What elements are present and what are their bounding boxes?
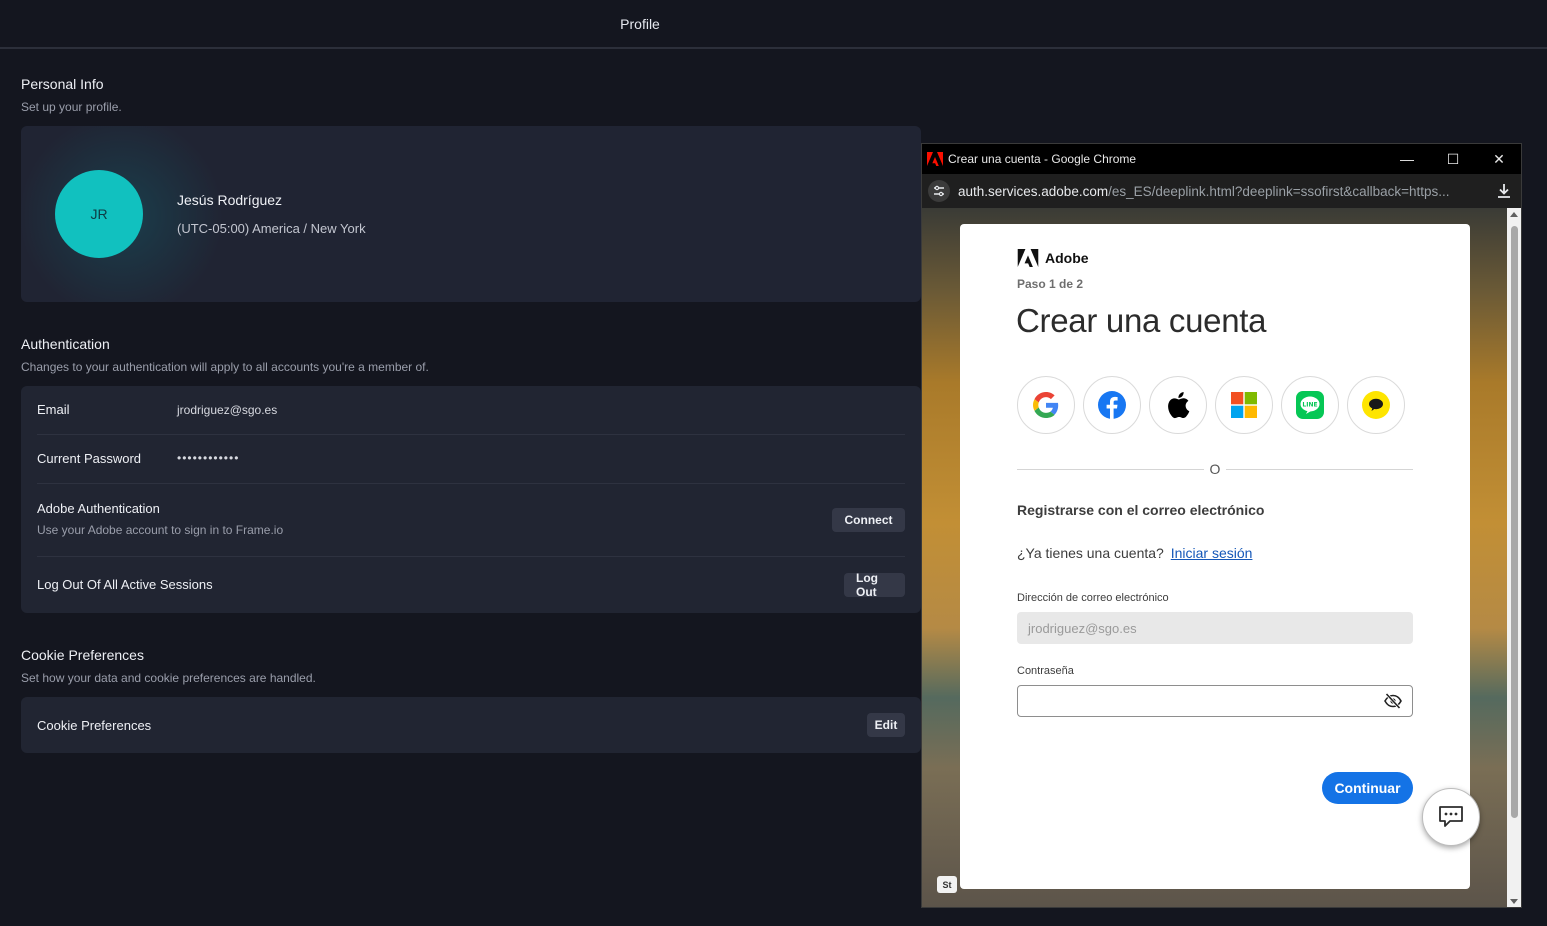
close-button[interactable]: ✕	[1476, 144, 1521, 174]
password-value: ••••••••••••	[177, 451, 240, 465]
scroll-down-arrow-icon[interactable]	[1510, 899, 1518, 904]
adobe-logo-icon	[1017, 249, 1039, 267]
microsoft-icon	[1231, 392, 1257, 418]
adobe-logo-icon	[927, 152, 943, 166]
site-settings-icon[interactable]	[928, 180, 950, 202]
adobe-auth-label: Adobe Authentication	[37, 501, 160, 516]
adobe-brand-name: Adobe	[1045, 250, 1089, 266]
authentication-header: Authentication Changes to your authentic…	[21, 336, 429, 374]
email-label: Email	[37, 402, 70, 417]
create-account-form: Adobe Paso 1 de 2 Crear una cuenta LINE …	[960, 224, 1470, 889]
microsoft-signin-button[interactable]	[1215, 376, 1273, 434]
have-account-label: ¿Ya tienes una cuenta?	[1017, 545, 1164, 561]
adobe-auth-description: Use your Adobe account to sign in to Fra…	[37, 523, 284, 537]
password-field[interactable]	[1017, 685, 1413, 717]
url-path: /es_ES/deeplink.html?deeplink=ssofirst&c…	[1108, 183, 1450, 199]
line-signin-button[interactable]: LINE	[1281, 376, 1339, 434]
st-badge: St	[937, 876, 957, 893]
address-bar[interactable]: auth.services.adobe.com/es_ES/deeplink.h…	[922, 174, 1521, 208]
logout-sessions-label: Log Out Of All Active Sessions	[37, 577, 213, 592]
hide-password-icon[interactable]	[1384, 693, 1402, 709]
connect-button[interactable]: Connect	[832, 508, 905, 532]
authentication-card: Email jrodriguez@sgo.es Current Password…	[21, 386, 921, 613]
or-divider-label: O	[1204, 461, 1226, 477]
profile-name: Jesús Rodríguez	[177, 192, 283, 208]
profile-card: JR Jesús Rodríguez (UTC-05:00) America /…	[21, 126, 921, 302]
chat-icon	[1439, 806, 1463, 827]
have-account-text: ¿Ya tienes una cuenta? Iniciar sesión	[1017, 545, 1252, 561]
scroll-up-arrow-icon[interactable]	[1510, 212, 1518, 217]
adobe-brand: Adobe	[1017, 249, 1089, 267]
logout-button[interactable]: Log Out	[844, 571, 905, 599]
social-signin-row: LINE	[1017, 376, 1413, 434]
cookie-prefs-label: Cookie Preferences	[37, 718, 152, 733]
chrome-popup-window: Crear una cuenta - Google Chrome — ☐ ✕ a…	[921, 143, 1522, 908]
cookie-prefs-header: Cookie Preferences Set how your data and…	[21, 647, 316, 685]
cookie-prefs-card: Cookie Preferences Edit	[21, 697, 921, 753]
form-title: Crear una cuenta	[1016, 302, 1267, 339]
password-row: Current Password ••••••••••••	[37, 435, 905, 484]
popup-titlebar[interactable]: Crear una cuenta - Google Chrome — ☐ ✕	[922, 144, 1521, 174]
facebook-icon	[1098, 391, 1126, 419]
authentication-heading: Authentication	[21, 336, 110, 352]
cookie-prefs-subheading: Set how your data and cookie preferences…	[21, 671, 316, 685]
google-icon	[1033, 392, 1059, 418]
password-label: Current Password	[37, 451, 142, 466]
authentication-subheading: Changes to your authentication will appl…	[21, 360, 429, 374]
popup-page-background: Adobe Paso 1 de 2 Crear una cuenta LINE …	[922, 208, 1507, 907]
signin-link[interactable]: Iniciar sesión	[1171, 545, 1253, 561]
apple-icon	[1168, 392, 1190, 419]
password-field-label: Contraseña	[1017, 665, 1074, 677]
email-row: Email jrodriguez@sgo.es	[37, 386, 905, 435]
cookie-prefs-heading: Cookie Preferences	[21, 647, 144, 663]
url-text[interactable]: auth.services.adobe.com/es_ES/deeplink.h…	[958, 184, 1450, 199]
apple-signin-button[interactable]	[1149, 376, 1207, 434]
email-value: jrodriguez@sgo.es	[177, 403, 278, 417]
adobe-auth-row: Adobe Authentication Use your Adobe acco…	[37, 484, 905, 557]
avatar[interactable]: JR	[55, 170, 143, 258]
email-field[interactable]: jrodriguez@sgo.es	[1017, 612, 1413, 644]
url-host: auth.services.adobe.com	[958, 183, 1109, 199]
minimize-button[interactable]: —	[1384, 144, 1430, 174]
cookie-prefs-row: Cookie Preferences Edit	[37, 697, 905, 753]
top-bar: Profile	[0, 0, 1547, 49]
page-title: Profile	[620, 15, 660, 32]
line-icon: LINE	[1296, 391, 1324, 419]
google-signin-button[interactable]	[1017, 376, 1075, 434]
register-with-email-heading: Registrarse con el correo electrónico	[1017, 502, 1265, 518]
scrollbar-thumb[interactable]	[1511, 226, 1518, 818]
maximize-button[interactable]: ☐	[1430, 144, 1476, 174]
kakao-signin-button[interactable]	[1347, 376, 1405, 434]
continue-button[interactable]: Continuar	[1322, 772, 1413, 804]
logout-sessions-row: Log Out Of All Active Sessions Log Out	[37, 557, 905, 613]
kakao-icon	[1362, 391, 1390, 419]
step-indicator: Paso 1 de 2	[1017, 277, 1084, 291]
email-field-label: Dirección de correo electrónico	[1017, 592, 1169, 604]
personal-info-header: Personal Info Set up your profile.	[21, 76, 122, 114]
personal-info-subheading: Set up your profile.	[21, 100, 122, 114]
popup-window-title: Crear una cuenta - Google Chrome	[948, 152, 1137, 166]
chat-support-button[interactable]	[1422, 788, 1480, 846]
personal-info-heading: Personal Info	[21, 76, 104, 92]
download-icon[interactable]	[1495, 182, 1513, 200]
svg-text:LINE: LINE	[1302, 402, 1317, 409]
facebook-signin-button[interactable]	[1083, 376, 1141, 434]
popup-scrollbar[interactable]	[1507, 208, 1521, 907]
edit-cookie-prefs-button[interactable]: Edit	[867, 713, 905, 737]
profile-timezone: (UTC-05:00) America / New York	[177, 221, 366, 236]
